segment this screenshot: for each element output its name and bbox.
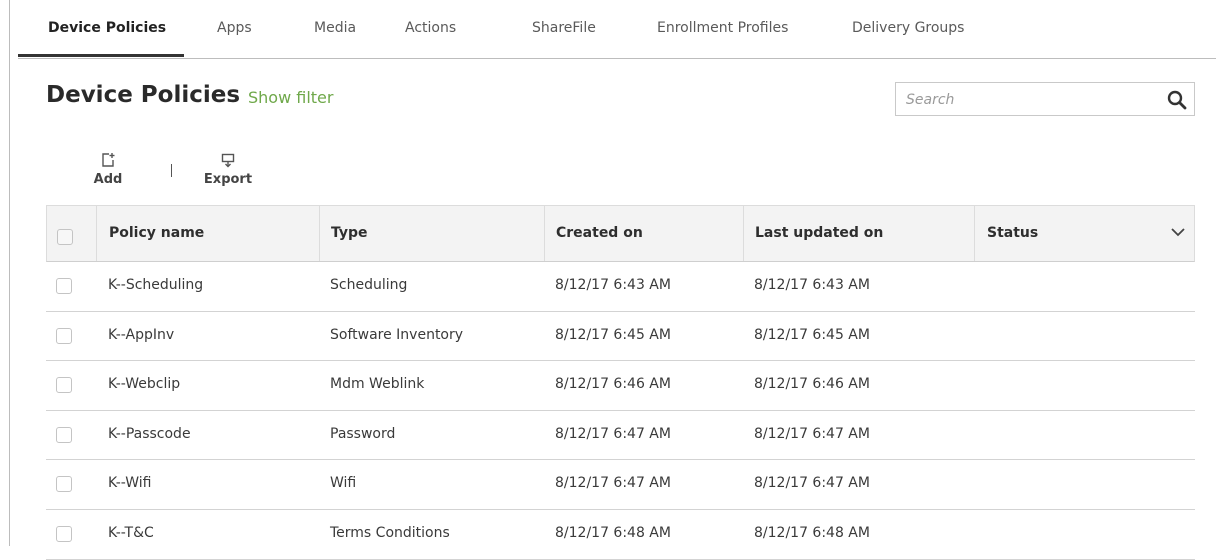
last-updated-cell: 8/12/17 6:46 AM: [754, 376, 870, 393]
tab-media[interactable]: Media: [314, 20, 356, 36]
type-cell: Software Inventory: [330, 326, 464, 343]
row-checkbox[interactable]: [56, 426, 72, 443]
last-updated-cell: 8/12/17 6:48 AM: [754, 524, 870, 541]
tab-enrollment-profiles[interactable]: Enrollment Profiles: [657, 20, 788, 36]
page-title: Device Policies: [46, 82, 241, 108]
last-updated-cell: 8/12/17 6:47 AM: [754, 475, 870, 492]
created-on-cell: 8/12/17 6:47 AM: [555, 475, 671, 492]
type-cell: Wifi: [330, 475, 357, 492]
last-updated-cell: 8/12/17 6:45 AM: [754, 326, 870, 343]
export-button[interactable]: Export: [203, 152, 253, 187]
table-row[interactable]: K--AppInv Software Inventory 8/12/17 6:4…: [46, 312, 1195, 362]
search-box: [895, 82, 1195, 116]
policy-name-cell: K--Webclip: [108, 376, 181, 393]
select-all-checkbox[interactable]: [57, 229, 73, 245]
created-on-cell: 8/12/17 6:43 AM: [555, 277, 671, 293]
column-header-last-updated-on[interactable]: Last updated on: [755, 206, 883, 261]
column-divider: [974, 206, 975, 261]
column-header-type[interactable]: Type: [331, 206, 368, 261]
tab-bar: Device Policies Apps Media Actions Share…: [18, 0, 1216, 59]
search-input[interactable]: [904, 88, 1148, 112]
type-cell: Mdm Weblink: [330, 376, 425, 393]
tab-actions[interactable]: Actions: [405, 20, 456, 36]
row-checkbox[interactable]: [56, 327, 72, 344]
column-divider: [743, 206, 744, 261]
tab-apps[interactable]: Apps: [217, 20, 252, 36]
table-row[interactable]: K--Webclip Mdm Weblink 8/12/17 6:46 AM 8…: [46, 361, 1195, 411]
add-icon: [102, 153, 115, 167]
last-updated-cell: 8/12/17 6:47 AM: [754, 425, 870, 442]
tab-device-policies[interactable]: Device Policies: [48, 20, 166, 36]
add-button[interactable]: Add: [90, 152, 126, 187]
policy-name-cell: K--AppInv: [108, 326, 175, 343]
tab-delivery-groups[interactable]: Delivery Groups: [852, 20, 964, 36]
policy-name-cell: K--Wifi: [108, 475, 152, 492]
tab-sharefile[interactable]: ShareFile: [532, 20, 596, 36]
policy-name-cell: K--Passcode: [108, 425, 191, 442]
search-icon[interactable]: [1166, 89, 1188, 111]
type-cell: Terms Conditions: [330, 524, 450, 541]
row-checkbox[interactable]: [56, 476, 72, 493]
export-label: Export: [203, 172, 253, 187]
table-header: Policy name Type Created on Last updated…: [46, 205, 1195, 262]
column-divider: [544, 206, 545, 261]
show-filter-link[interactable]: Show filter: [248, 88, 333, 107]
row-checkbox[interactable]: [56, 377, 72, 394]
toolbar-divider: [171, 164, 172, 177]
created-on-cell: 8/12/17 6:46 AM: [555, 376, 671, 393]
column-divider: [96, 206, 97, 261]
policy-name-cell: K--Scheduling: [108, 277, 204, 293]
table-row[interactable]: K--T&C Terms Conditions 8/12/17 6:48 AM …: [46, 510, 1195, 560]
column-header-policy-name[interactable]: Policy name: [109, 206, 204, 261]
type-cell: Password: [330, 425, 396, 442]
created-on-cell: 8/12/17 6:47 AM: [555, 425, 671, 442]
row-checkbox[interactable]: [56, 278, 72, 294]
column-header-created-on[interactable]: Created on: [556, 206, 643, 261]
row-checkbox[interactable]: [56, 525, 72, 542]
policies-table: Policy name Type Created on Last updated…: [46, 205, 1195, 560]
left-panel-edge: [0, 0, 10, 546]
export-icon: [221, 153, 235, 168]
policy-name-cell: K--T&C: [108, 524, 154, 541]
created-on-cell: 8/12/17 6:48 AM: [555, 524, 671, 541]
column-divider: [319, 206, 320, 261]
table-row[interactable]: K--Passcode Password 8/12/17 6:47 AM 8/1…: [46, 411, 1195, 461]
column-menu-chevron-icon[interactable]: [1162, 206, 1194, 261]
table-row[interactable]: K--Wifi Wifi 8/12/17 6:47 AM 8/12/17 6:4…: [46, 460, 1195, 510]
created-on-cell: 8/12/17 6:45 AM: [555, 326, 671, 343]
last-updated-cell: 8/12/17 6:43 AM: [754, 277, 870, 293]
type-cell: Scheduling: [330, 277, 408, 293]
column-header-status[interactable]: Status: [987, 206, 1038, 261]
table-row[interactable]: K--Scheduling Scheduling 8/12/17 6:43 AM…: [46, 262, 1195, 312]
add-label: Add: [93, 172, 123, 187]
active-tab-indicator: [18, 54, 184, 57]
